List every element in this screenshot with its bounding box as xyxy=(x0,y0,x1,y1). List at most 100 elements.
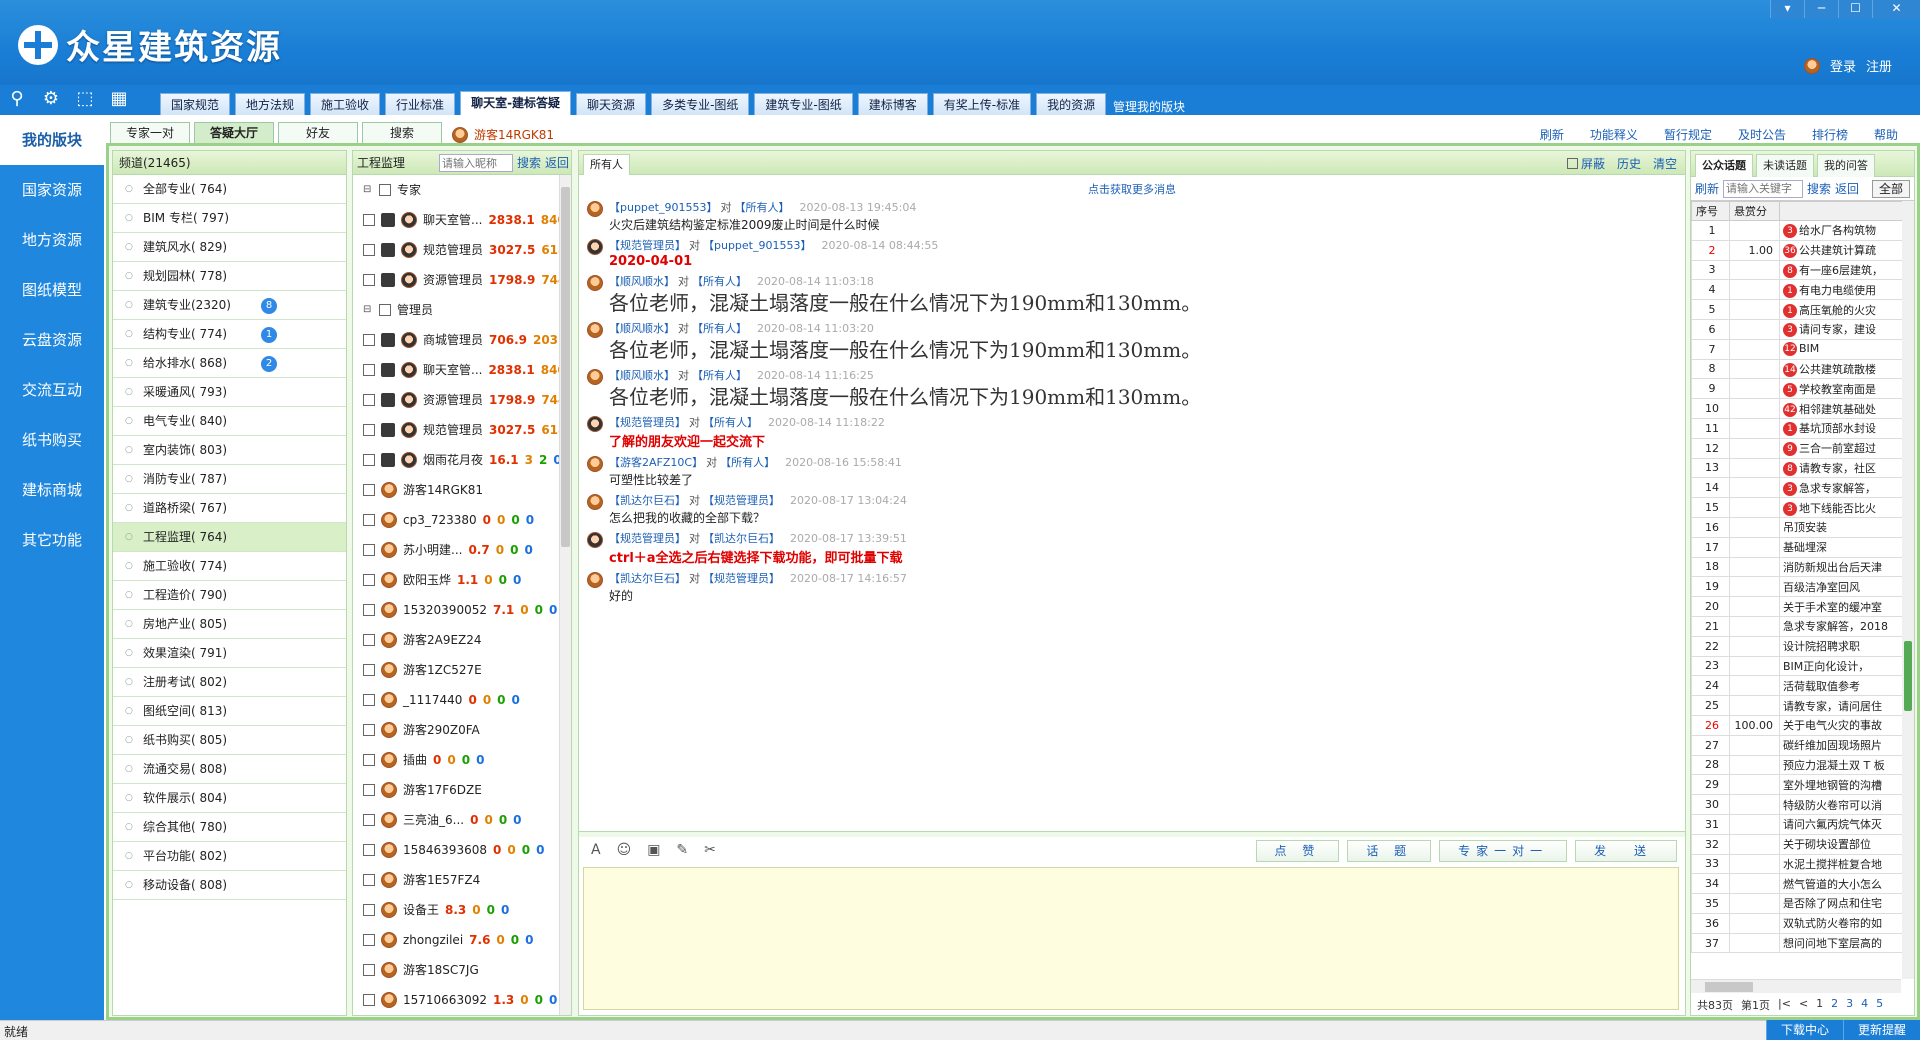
topic-title-cell[interactable]: 3 给水厂各构筑物 xyxy=(1779,220,1914,241)
topic-row[interactable]: 4 1 有电力电缆使用 xyxy=(1691,279,1914,301)
channel-item[interactable]: 采暖通风( 793) xyxy=(113,378,346,407)
sub-tab-1[interactable]: 答疑大厅 xyxy=(194,122,274,144)
history-link[interactable]: 历史 xyxy=(1617,155,1641,172)
image-icon[interactable]: ▣ xyxy=(647,842,660,858)
topic-row[interactable]: 19 百级洁净室回风 xyxy=(1691,576,1914,598)
sidebar-item-4[interactable]: 云盘资源 xyxy=(0,315,104,365)
topic-title-cell[interactable]: 吊顶安装 xyxy=(1779,516,1914,538)
channel-item[interactable]: 施工验收( 774) xyxy=(113,552,346,581)
sidebar-item-6[interactable]: 纸书购买 xyxy=(0,415,104,465)
topic-vscroll[interactable] xyxy=(1902,201,1914,979)
topic-row[interactable]: 13 8 请教专家，社区 xyxy=(1691,457,1914,479)
pager-page[interactable]: 1 xyxy=(1816,997,1823,1013)
window-close-button[interactable]: ✕ xyxy=(1872,0,1920,18)
window-minimize-button[interactable]: ─ xyxy=(1804,0,1838,18)
user-checkbox[interactable] xyxy=(363,334,375,346)
action-link-5[interactable]: 帮助 xyxy=(1874,126,1898,143)
recipient-name[interactable]: 【puppet_901553】 xyxy=(703,239,812,252)
user-checkbox[interactable] xyxy=(363,934,375,946)
gear-icon[interactable]: ⚙ xyxy=(40,88,62,109)
sidebar-item-0[interactable]: 我的版块 xyxy=(0,115,104,165)
attachment-icon[interactable]: ✎ xyxy=(676,842,688,858)
action-link-0[interactable]: 刷新 xyxy=(1540,126,1564,143)
user-row[interactable]: _1117440 0 0 0 0 xyxy=(353,685,571,715)
tab-top-3[interactable]: 行业标准 xyxy=(385,93,456,117)
channel-item[interactable]: 结构专业( 774) 1 xyxy=(113,320,346,349)
search-icon[interactable]: ⚲ xyxy=(6,88,28,109)
topic-title-cell[interactable]: 想问问地下室层高的 xyxy=(1779,932,1914,954)
screenshot-icon[interactable]: ✂ xyxy=(704,842,716,858)
clear-link[interactable]: 清空 xyxy=(1653,155,1677,172)
tab-top-4[interactable]: 聊天室-建标答疑 xyxy=(460,91,572,117)
topic-title-cell[interactable]: 基础埋深 xyxy=(1779,536,1914,558)
topic-hscroll[interactable] xyxy=(1691,979,1901,993)
pager-page[interactable]: 5 xyxy=(1876,997,1883,1013)
topic-row[interactable]: 28 预应力混凝土双 T 板 xyxy=(1691,754,1914,776)
recipient-name[interactable]: 【所有人】 xyxy=(692,369,747,382)
topic-row[interactable]: 3 8 有一座6层建筑， xyxy=(1691,259,1914,281)
tab-top-2[interactable]: 施工验收 xyxy=(310,93,381,117)
topic-title-cell[interactable]: 百级洁净室回风 xyxy=(1779,576,1914,598)
user-row[interactable]: 游客1E57FZ4 xyxy=(353,865,571,895)
topic-title-cell[interactable]: 1 高压氧舱的火灾 xyxy=(1779,299,1914,320)
topic-row[interactable]: 35 是否除了网点和住宅 xyxy=(1691,893,1914,914)
topic-title-cell[interactable]: 请教专家，请问居住 xyxy=(1779,695,1914,716)
topic-title-cell[interactable]: 12 BIM xyxy=(1779,338,1914,360)
recipient-name[interactable]: 【所有人】 xyxy=(692,275,747,288)
topic-title-cell[interactable]: 36 公共建筑计算疏 xyxy=(1779,239,1914,261)
topic-title-cell[interactable]: 关于电气火灾的事故 xyxy=(1779,714,1914,736)
manage-blocks-link[interactable]: 管理我的版块 xyxy=(1113,98,1185,115)
topic-row[interactable]: 22 设计院招聘求职 xyxy=(1691,635,1914,657)
topic-row[interactable]: 25 请教专家，请问居住 xyxy=(1691,695,1914,716)
pager-page[interactable]: 3 xyxy=(1846,997,1853,1013)
topic-row[interactable]: 16 吊顶安装 xyxy=(1691,516,1914,538)
topic-row[interactable]: 6 3 请问专家，建设 xyxy=(1691,318,1914,340)
topic-title-cell[interactable]: 设计院招聘求职 xyxy=(1779,635,1914,657)
send-button-0[interactable]: 点 赞 xyxy=(1255,840,1340,862)
user-checkbox[interactable] xyxy=(379,304,391,316)
send-button-1[interactable]: 话 题 xyxy=(1347,840,1432,862)
scroll-thumb[interactable] xyxy=(561,187,570,547)
topic-filter-select[interactable]: 全部 xyxy=(1871,179,1910,198)
tab-top-10[interactable]: 我的资源 xyxy=(1036,93,1107,117)
topic-title-cell[interactable]: 特级防火卷帘可以消 xyxy=(1779,794,1914,815)
user-checkbox[interactable] xyxy=(363,214,375,226)
action-link-2[interactable]: 暂行规定 xyxy=(1664,126,1712,143)
recipient-name[interactable]: 【所有人】 xyxy=(720,456,775,469)
topic-title-cell[interactable]: 消防新规出台后天津 xyxy=(1779,556,1914,578)
user-row[interactable]: 游客17F6DZE xyxy=(353,775,571,805)
sidebar-item-2[interactable]: 地方资源 xyxy=(0,215,104,265)
user-checkbox[interactable] xyxy=(363,514,375,526)
user-group[interactable]: ⊟ 专家 xyxy=(353,175,571,205)
recipient-name[interactable]: 【凯达尔巨石】 xyxy=(703,532,780,545)
topic-title-cell[interactable]: 预应力混凝土双 T 板 xyxy=(1779,754,1914,776)
topic-search-link[interactable]: 搜索 xyxy=(1807,180,1831,197)
topic-title-cell[interactable]: 1 有电力电缆使用 xyxy=(1779,279,1914,301)
topic-row[interactable]: 24 活荷载取值参考 xyxy=(1691,675,1914,697)
sender-name[interactable]: 【规范管理员】 xyxy=(609,416,686,429)
sidebar-item-7[interactable]: 建标商城 xyxy=(0,465,104,515)
topic-row[interactable]: 32 关于砌块设置部位 xyxy=(1691,833,1914,855)
topic-row[interactable]: 15 3 地下线能否比火 xyxy=(1691,497,1914,518)
channel-item[interactable]: 综合其他( 780) xyxy=(113,813,346,842)
channel-item[interactable]: BIM 专栏( 797) xyxy=(113,204,346,233)
user-row[interactable]: 游客18SC7JG xyxy=(353,955,571,985)
sender-name[interactable]: 【游客2AFZ10C】 xyxy=(609,456,703,469)
tab-top-9[interactable]: 有奖上传-标准 xyxy=(932,93,1032,117)
topic-row[interactable]: 11 1 基坑顶部水封设 xyxy=(1691,417,1914,439)
pager-first[interactable]: |< xyxy=(1778,997,1791,1013)
window-menu-button[interactable]: ▾ xyxy=(1770,0,1804,18)
channel-item[interactable]: 电气专业( 840) xyxy=(113,407,346,436)
user-row[interactable]: 15710663092 1.3 0 0 0 xyxy=(353,985,571,1015)
topic-row[interactable]: 36 双轨式防火卷帘的如 xyxy=(1691,912,1914,934)
block-checkbox[interactable] xyxy=(1566,158,1578,169)
topic-title-cell[interactable]: 3 地下线能否比火 xyxy=(1779,497,1914,518)
user-row[interactable]: 三亮油_6... 0 0 0 0 xyxy=(353,805,571,835)
topic-row[interactable]: 26 100.00 关于电气火灾的事故 xyxy=(1691,714,1914,736)
topic-row[interactable]: 21 急求专家解答，2018 xyxy=(1691,615,1914,637)
user-checkbox[interactable] xyxy=(363,844,375,856)
action-link-1[interactable]: 功能释义 xyxy=(1590,126,1638,143)
topic-row[interactable]: 31 请问六氟丙烷气体灭 xyxy=(1691,813,1914,835)
user-row[interactable]: 游客14RGK81 xyxy=(353,475,571,505)
topic-title-cell[interactable]: 42 相邻建筑基础处 xyxy=(1779,398,1914,419)
